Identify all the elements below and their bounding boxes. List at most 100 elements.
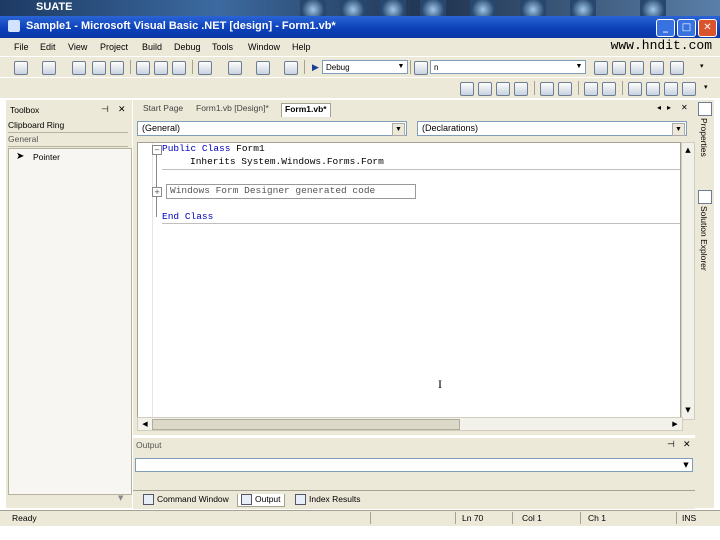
title-bar[interactable]: Sample1 - Microsoft Visual Basic .NET [d… xyxy=(0,16,720,38)
tab-form1-design[interactable]: Form1.vb [Design]* xyxy=(196,103,269,116)
previous-bookmark-icon[interactable] xyxy=(664,82,678,96)
chevron-down-icon[interactable]: ▼ xyxy=(396,62,406,72)
index-results-icon xyxy=(295,494,306,506)
pin-icon[interactable]: ⊣ xyxy=(101,104,109,115)
scroll-up-icon[interactable]: ▲ xyxy=(683,145,693,155)
toolbox-icon[interactable] xyxy=(650,61,664,75)
menu-debug[interactable]: Debug xyxy=(174,42,201,52)
class-view-icon[interactable] xyxy=(670,61,684,75)
output-source-select[interactable]: ▼ xyxy=(135,458,693,472)
menu-edit[interactable]: Edit xyxy=(40,42,56,52)
menu-tools[interactable]: Tools xyxy=(212,42,233,52)
banner-image xyxy=(340,0,366,16)
scroll-down-icon[interactable]: ▼ xyxy=(118,494,123,502)
code-text-area[interactable]: − Public Class Form1 Inherits System.Win… xyxy=(137,142,681,418)
navigate-forward-icon[interactable] xyxy=(284,61,298,75)
toolbox-tab-label: General xyxy=(8,134,39,144)
scroll-left-icon[interactable]: ◀ xyxy=(140,419,150,429)
display-object-member-list-icon[interactable] xyxy=(460,82,474,96)
chevron-down-icon[interactable]: ▼ xyxy=(392,123,405,136)
chevron-down-icon[interactable]: ▼ xyxy=(574,62,584,72)
display-parameter-info-icon[interactable] xyxy=(478,82,492,96)
find-in-files-icon[interactable] xyxy=(414,61,428,75)
comment-lines-icon[interactable] xyxy=(584,82,598,96)
chevron-down-icon[interactable]: ▼ xyxy=(681,460,691,470)
object-browser-icon[interactable] xyxy=(630,61,644,75)
save-all-icon[interactable] xyxy=(110,61,124,75)
scroll-thumb[interactable] xyxy=(152,419,460,430)
expand-icon[interactable]: + xyxy=(152,187,162,197)
class-name-select[interactable]: (General) ▼ xyxy=(137,121,407,136)
tab-form1-code[interactable]: Form1.vb* xyxy=(281,103,331,117)
vertical-scrollbar[interactable]: ▲ ▼ xyxy=(681,142,695,420)
solution-explorer-tab[interactable]: Solution Explorer xyxy=(699,206,709,271)
tab-start-page[interactable]: Start Page xyxy=(143,103,183,116)
decrease-indent-icon[interactable] xyxy=(540,82,554,96)
add-item-icon[interactable] xyxy=(42,61,56,75)
toolbox-tab-general[interactable]: General xyxy=(8,134,128,147)
properties-window-icon[interactable] xyxy=(612,61,626,75)
keyword: End xyxy=(162,211,180,222)
scroll-right-icon[interactable]: ▶ xyxy=(670,419,680,429)
menu-build[interactable]: Build xyxy=(142,42,162,52)
solution-explorer-icon[interactable] xyxy=(698,190,712,204)
region-label: Windows Form Designer generated code xyxy=(170,185,376,196)
undo-icon[interactable] xyxy=(198,61,212,75)
close-document-icon[interactable]: ✕ xyxy=(681,103,688,112)
tab-scroll-icon[interactable]: ▸ xyxy=(667,103,671,112)
increase-indent-icon[interactable] xyxy=(558,82,572,96)
menu-help[interactable]: Help xyxy=(292,42,311,52)
status-bar: Ready Ln 70 Col 1 Ch 1 INS xyxy=(0,510,720,526)
solution-explorer-icon[interactable] xyxy=(594,61,608,75)
tab-command-window[interactable]: Command Window xyxy=(143,494,229,506)
properties-tab[interactable]: Properties xyxy=(699,118,709,157)
toolbox-tab-clipboard-ring[interactable]: Clipboard Ring xyxy=(8,120,128,133)
start-icon[interactable]: ▶ xyxy=(312,63,319,73)
cut-icon[interactable] xyxy=(136,61,150,75)
copy-icon[interactable] xyxy=(154,61,168,75)
minimize-button[interactable]: _ xyxy=(656,19,675,37)
display-quick-info-icon[interactable] xyxy=(496,82,510,96)
code-line-end-class: End Class xyxy=(162,211,213,222)
new-project-icon[interactable] xyxy=(14,61,28,75)
menu-project[interactable]: Project xyxy=(100,42,128,52)
banner-image xyxy=(380,0,406,16)
close-icon[interactable]: ✕ xyxy=(683,440,691,450)
properties-window-icon[interactable] xyxy=(698,102,712,116)
uncomment-lines-icon[interactable] xyxy=(602,82,616,96)
tab-scroll-icon[interactable]: ◂ xyxy=(657,103,661,112)
tab-output[interactable]: Output xyxy=(237,494,285,507)
display-word-completion-icon[interactable] xyxy=(514,82,528,96)
scroll-down-icon[interactable]: ▼ xyxy=(683,405,693,415)
toolbox-items: ➤ Pointer xyxy=(8,148,132,495)
maximize-button[interactable]: □ xyxy=(677,19,696,37)
tab-index-results[interactable]: Index Results xyxy=(295,494,361,506)
next-bookmark-icon[interactable] xyxy=(646,82,660,96)
horizontal-scrollbar[interactable]: ◀ ▶ xyxy=(137,417,683,431)
menu-window[interactable]: Window xyxy=(248,42,280,52)
pin-icon[interactable]: ⊣ xyxy=(667,440,675,450)
collapsed-region[interactable]: Windows Form Designer generated code xyxy=(166,184,416,199)
close-icon[interactable]: ✕ xyxy=(118,104,126,115)
toggle-bookmark-icon[interactable] xyxy=(628,82,642,96)
find-combo[interactable]: n ▼ xyxy=(430,60,586,74)
navigate-backward-icon[interactable] xyxy=(256,61,270,75)
solution-config-select[interactable]: Debug ▼ xyxy=(322,60,408,74)
toolbar-options-icon[interactable]: ▾ xyxy=(700,62,704,70)
chevron-down-icon[interactable]: ▼ xyxy=(672,123,685,136)
paste-icon[interactable] xyxy=(172,61,186,75)
menu-view[interactable]: View xyxy=(68,42,87,52)
app-icon[interactable] xyxy=(8,20,20,32)
toolbar-options-icon[interactable]: ▾ xyxy=(704,83,708,91)
pointer-icon: ➤ xyxy=(16,151,25,162)
method-name-select[interactable]: (Declarations) ▼ xyxy=(417,121,687,136)
open-file-icon[interactable] xyxy=(72,61,86,75)
save-icon[interactable] xyxy=(92,61,106,75)
redo-icon[interactable] xyxy=(228,61,242,75)
menu-file[interactable]: File xyxy=(14,42,29,52)
status-column: Col 1 xyxy=(522,513,542,523)
toolbox-item-pointer[interactable]: ➤ Pointer xyxy=(12,151,128,164)
collapse-icon[interactable]: − xyxy=(152,145,162,155)
clear-bookmarks-icon[interactable] xyxy=(682,82,696,96)
close-button[interactable]: ✕ xyxy=(698,19,717,37)
